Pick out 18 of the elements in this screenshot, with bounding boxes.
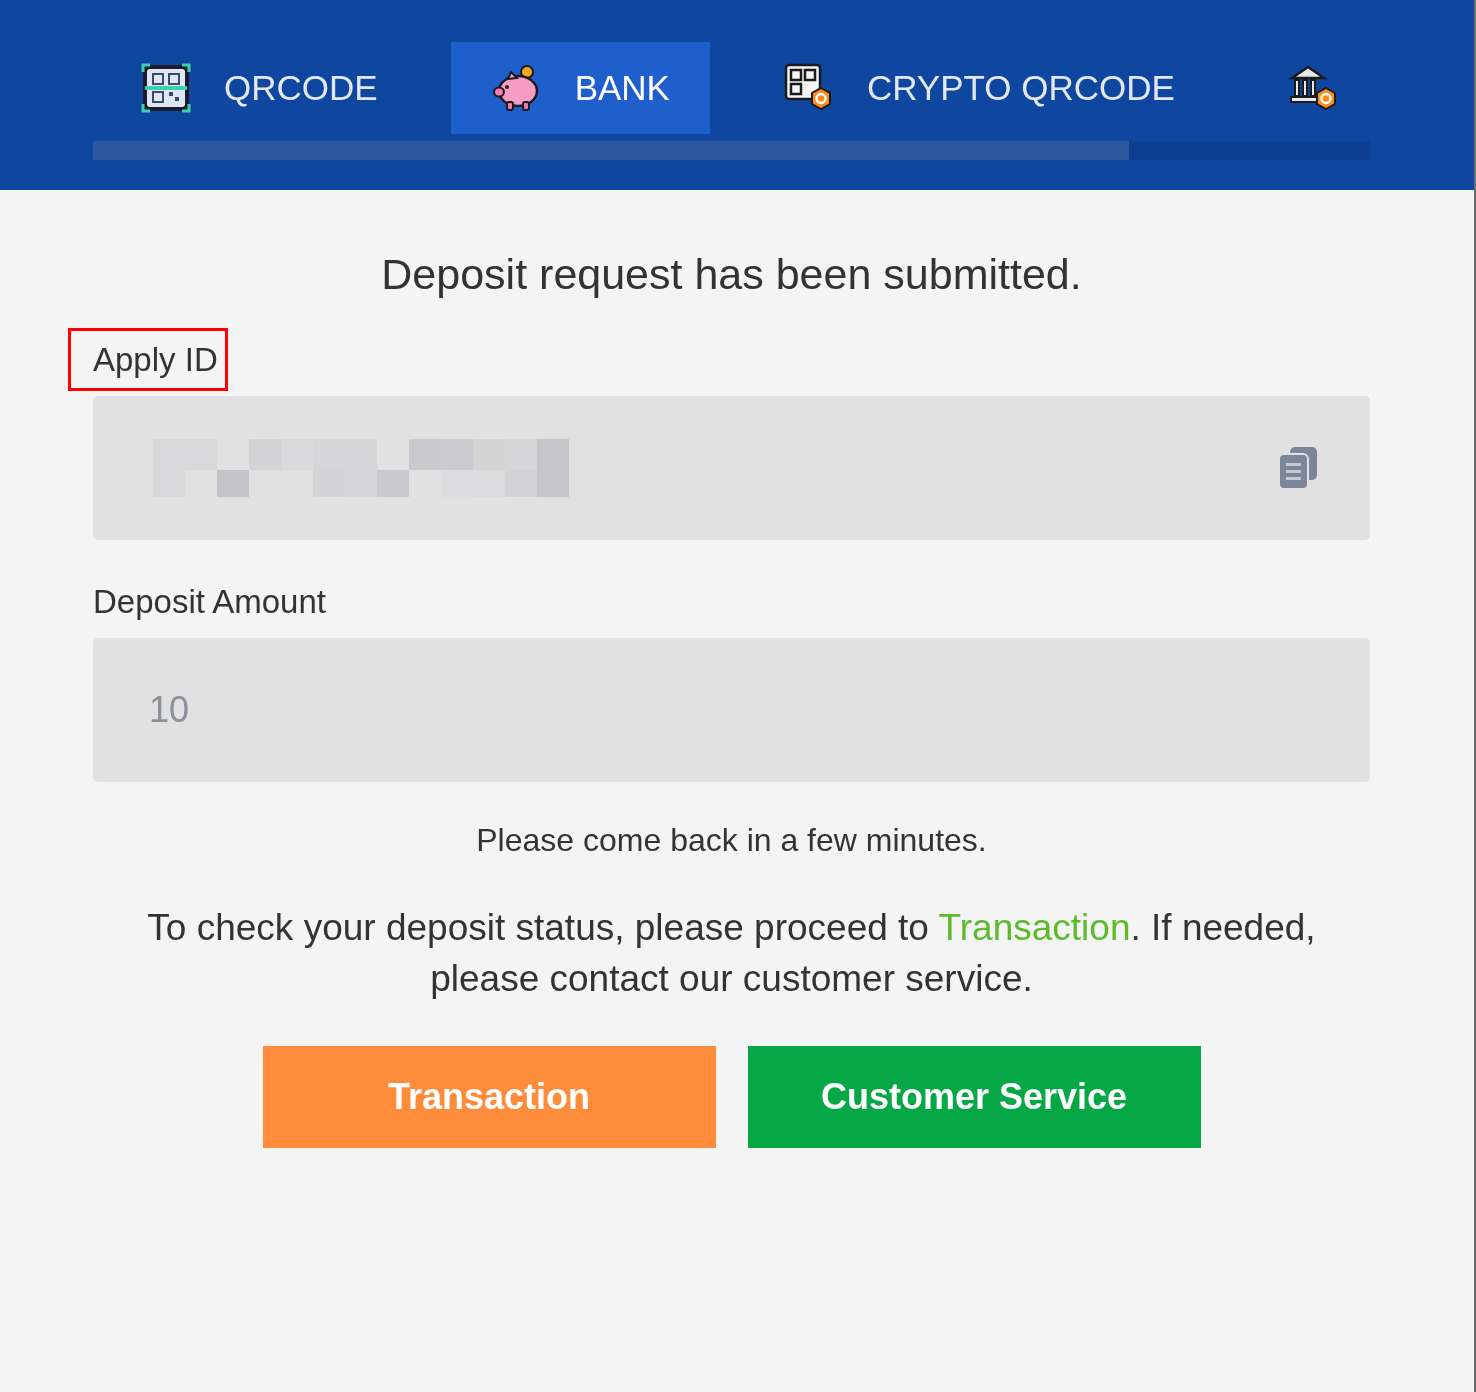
action-button[interactable]: Transaction xyxy=(262,1046,716,1148)
qr-scan-icon xyxy=(140,62,192,114)
scrollbar-track[interactable] xyxy=(93,141,1370,160)
scrollbar-thumb[interactable] xyxy=(93,141,1129,160)
readonly-field[interactable]: 10 xyxy=(93,638,1370,782)
transaction-link[interactable]: Transaction xyxy=(938,907,1131,948)
tab[interactable]: BANK xyxy=(450,42,710,134)
readonly-field[interactable] xyxy=(93,396,1370,540)
field-label: Deposit Amount xyxy=(93,583,326,620)
status-message: To check your deposit status, please proceed to Transaction. If needed, please contact our customer service. xyxy=(146,906,1317,1001)
tab[interactable]: CRYPTO QRCODE xyxy=(742,42,1215,134)
status-heading: Deposit request has been submitted. xyxy=(380,249,1083,299)
tab[interactable]: QRCODE xyxy=(100,42,418,134)
action-button[interactable]: Customer Service xyxy=(747,1046,1201,1148)
info-note: Please come back in a few minutes. xyxy=(475,822,988,858)
field-label: Apply ID xyxy=(93,341,218,378)
field-value: 10 xyxy=(149,688,190,732)
copy-icon[interactable] xyxy=(1278,446,1318,490)
